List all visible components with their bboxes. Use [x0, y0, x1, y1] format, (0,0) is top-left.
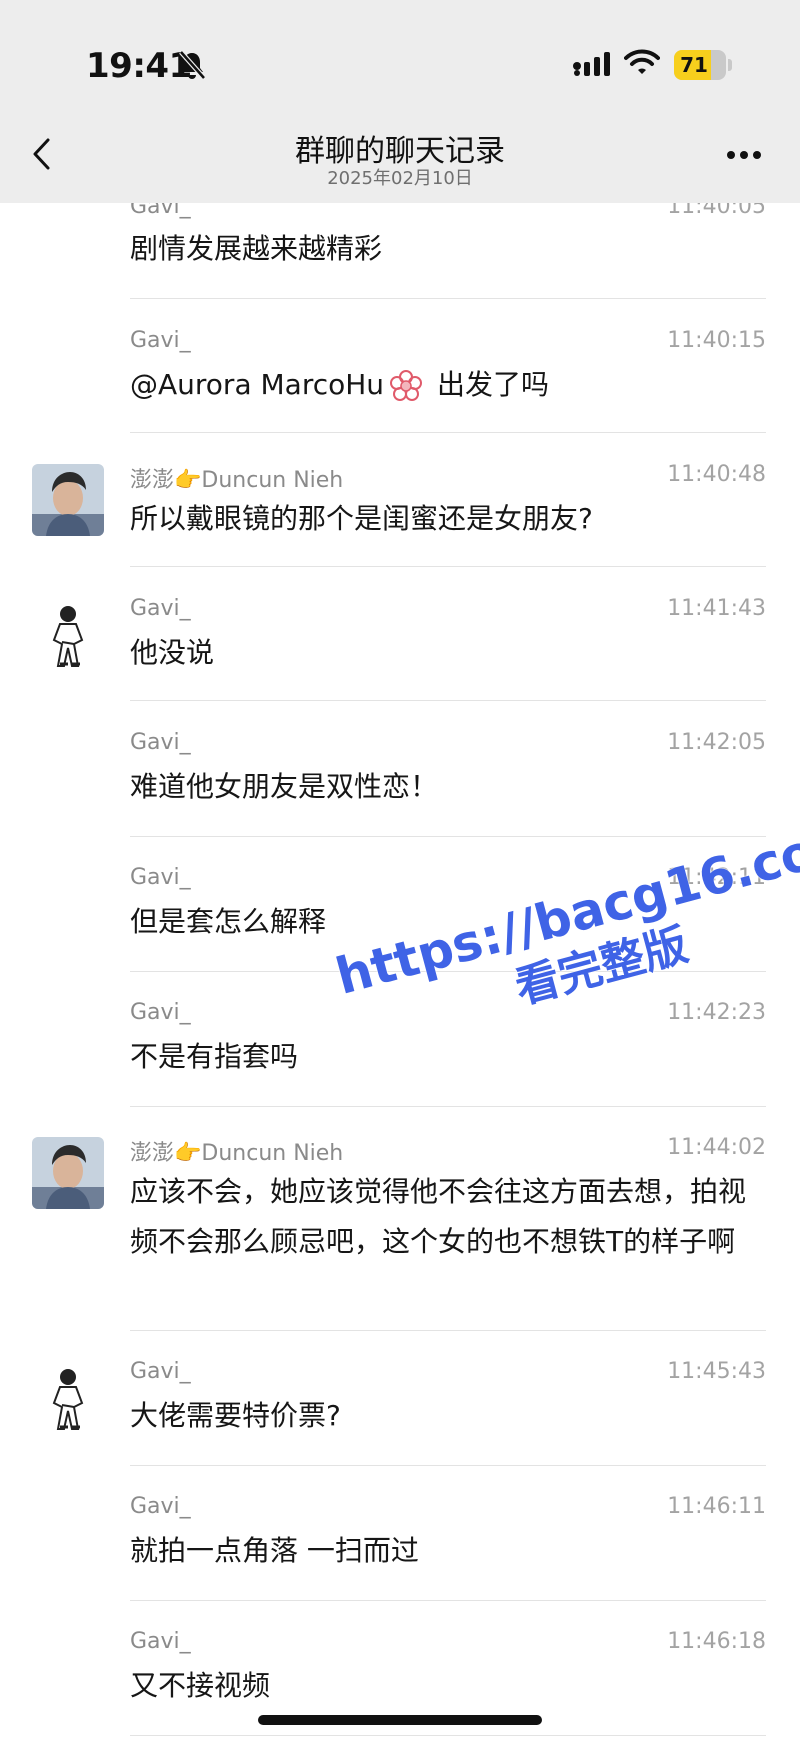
- divider: [130, 1600, 766, 1601]
- divider: [130, 700, 766, 701]
- mention-text[interactable]: @Aurora MarcoHu: [130, 368, 384, 401]
- message-text: 又不接视频: [130, 1669, 271, 1702]
- person-sketch-icon: [32, 1361, 104, 1433]
- status-time: 19:41: [86, 46, 192, 86]
- message-time: 11:46:11: [667, 1494, 766, 1519]
- sender-name: Gavi_: [130, 730, 191, 755]
- message-time: 11:46:18: [667, 1629, 766, 1654]
- message-time: 11:41:43: [667, 596, 766, 621]
- sender-name: Gavi_: [130, 1000, 191, 1025]
- wifi-icon: [624, 49, 660, 74]
- divider: [130, 1330, 766, 1331]
- message-time: 11:40:48: [667, 462, 766, 487]
- message-time: 11:42:11: [667, 865, 766, 890]
- battery-level: 71: [680, 53, 708, 77]
- bell-muted-icon: [179, 50, 206, 80]
- battery-indicator: 71: [674, 50, 726, 80]
- avatar[interactable]: [32, 1137, 104, 1209]
- message-text: 不是有指套吗: [130, 1040, 299, 1073]
- home-indicator[interactable]: [258, 1715, 542, 1725]
- divider: [130, 432, 766, 433]
- message-text: 应该不会，她应该觉得他不会往这方面去想，拍视频不会那么顾忌吧，这个女的也不想铁T…: [130, 1175, 747, 1258]
- message-time: 11:44:02: [667, 1135, 766, 1160]
- divider: [130, 566, 766, 567]
- message-text: 剧情发展越来越精彩: [130, 232, 383, 265]
- avatar[interactable]: [32, 1361, 104, 1433]
- sender-name: Gavi_: [130, 865, 191, 890]
- person-photo-icon: [32, 464, 104, 536]
- page-date: 2025年02月10日: [327, 168, 473, 189]
- message-text: @Aurora MarcoHu 出发了吗: [130, 360, 770, 410]
- divider: [130, 1735, 766, 1736]
- person-sketch-icon: [32, 598, 104, 670]
- flower-emoji-icon: [390, 370, 423, 401]
- message-time: 11:40:15: [667, 328, 766, 353]
- message-text-tail: 出发了吗: [428, 368, 549, 401]
- sender-name: 澎澎👉Duncun Nieh: [130, 1141, 344, 1166]
- message-text: 但是套怎么解释: [130, 905, 327, 938]
- sender-name: Gavi_: [130, 1629, 191, 1654]
- message-text: 所以戴眼镜的那个是闺蜜还是女朋友?: [130, 502, 593, 535]
- divider: [130, 298, 766, 299]
- battery-cap: [728, 59, 732, 71]
- avatar[interactable]: [32, 464, 104, 536]
- message-text: 大佬需要特价票?: [130, 1399, 341, 1432]
- message-text: 就拍一点角落 一扫而过: [130, 1534, 419, 1567]
- divider: [130, 1465, 766, 1466]
- sender-name: Gavi_: [130, 596, 191, 621]
- sender-name: Gavi_: [130, 1359, 191, 1384]
- person-photo-icon: [32, 1137, 104, 1209]
- message-time: 11:42:23: [667, 1000, 766, 1025]
- more-icon[interactable]: [726, 150, 762, 160]
- sender-name: Gavi_: [130, 328, 191, 353]
- sender-name: Gavi_: [130, 1494, 191, 1519]
- divider: [130, 971, 766, 972]
- message-text: 难道他女朋友是双性恋！: [130, 770, 439, 803]
- divider: [130, 836, 766, 837]
- message-time: 11:45:43: [667, 1359, 766, 1384]
- avatar[interactable]: [32, 598, 104, 670]
- sender-name: 澎澎👉Duncun Nieh: [130, 468, 344, 493]
- top-bar: 19:41 71 群聊的聊天记录 2025年02月10日: [0, 0, 800, 203]
- message-text: 他没说: [130, 636, 215, 669]
- divider: [130, 1106, 766, 1107]
- message-time: 11:42:05: [667, 730, 766, 755]
- signal-icon: [573, 52, 610, 76]
